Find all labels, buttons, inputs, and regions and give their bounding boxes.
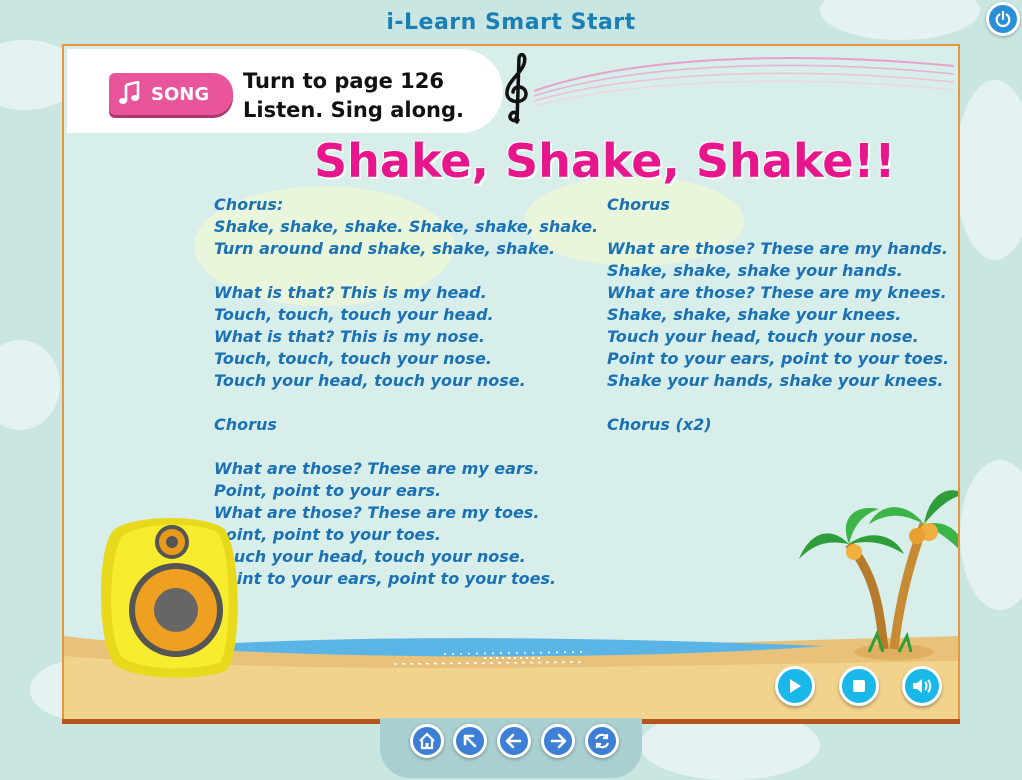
home-button[interactable]: [410, 724, 444, 758]
volume-icon: [913, 679, 932, 693]
lyric-line: What are those? These are my knees.: [607, 283, 947, 302]
lyric-line: Touch your head, touch your nose.: [214, 371, 526, 390]
lyric-line: Touch, touch, touch your nose.: [214, 349, 492, 368]
header-banner: SONG Turn to page 126 Listen. Sing along…: [67, 49, 503, 133]
background-cloud: [960, 460, 1022, 610]
lyrics-gap: [214, 436, 598, 458]
lyric-line: Point to your ears, point to your toes.: [214, 569, 557, 588]
lyrics-right-column: Chorus What are those? These are my hands…: [607, 194, 949, 436]
lyric-line: What are those? These are my ears.: [214, 459, 540, 478]
lyrics-gap: [607, 216, 949, 238]
song-page: SONG Turn to page 126 Listen. Sing along…: [62, 44, 960, 724]
lyrics-gap: [607, 392, 949, 414]
lyric-line: Chorus:: [214, 195, 284, 214]
arrow-right-icon: [550, 733, 567, 749]
music-note-icon: [109, 73, 151, 115]
lyric-line: Shake, shake, shake. Shake, shake, shake…: [214, 217, 599, 236]
lyric-line: Chorus (x2): [607, 415, 712, 434]
music-wave-decoration: [534, 57, 954, 107]
lyrics-gap: [214, 392, 598, 414]
treble-clef-icon: [505, 52, 528, 124]
background-cloud: [955, 80, 1022, 260]
home-icon: [419, 732, 435, 750]
lyric-line: Point, point to your toes.: [214, 525, 442, 544]
lyrics-gap: [214, 260, 598, 282]
lyric-line: What is that? This is my nose.: [214, 327, 485, 346]
app-title: i-Learn Smart Start: [386, 10, 636, 35]
arrow-left-icon: [505, 733, 522, 749]
lyric-line: Chorus: [214, 415, 277, 434]
lyric-line: Touch your head, touch your nose.: [607, 327, 919, 346]
refresh-icon: [594, 733, 610, 749]
instructions: Turn to page 126 Listen. Sing along.: [243, 67, 464, 125]
song-badge-label: SONG: [151, 83, 210, 105]
palm-tree-illustration: [799, 490, 958, 660]
lyric-line: What is that? This is my head.: [214, 283, 487, 302]
lyric-line: Point to your ears, point to your toes.: [607, 349, 950, 368]
refresh-button[interactable]: [585, 724, 619, 758]
power-button[interactable]: [986, 2, 1020, 36]
back-button[interactable]: [497, 724, 531, 758]
instruction-line: Listen. Sing along.: [243, 98, 464, 122]
lyric-line: What are those? These are my toes.: [214, 503, 540, 522]
lyric-line: Chorus: [607, 195, 670, 214]
lyric-line: Shake, shake, shake your knees.: [607, 305, 902, 324]
instruction-line: Turn to page 126: [243, 69, 444, 93]
forward-button[interactable]: [541, 724, 575, 758]
background-cloud: [0, 340, 60, 430]
lyric-line: Touch your head, touch your nose.: [214, 547, 526, 566]
stop-button[interactable]: [839, 666, 879, 706]
play-icon: [790, 679, 801, 693]
lyric-line: Shake your hands, shake your knees.: [607, 371, 944, 390]
lyric-line: Turn around and shake, shake, shake.: [214, 239, 556, 258]
lyric-line: What are those? These are my hands.: [607, 239, 948, 258]
power-icon: [995, 10, 1011, 28]
lyric-line: Touch, touch, touch your head.: [214, 305, 494, 324]
arrow-up-left-icon: [463, 734, 477, 748]
speaker-illustration: [100, 517, 238, 678]
up-button[interactable]: [453, 724, 487, 758]
song-title: Shake, Shake, Shake!!: [314, 134, 896, 188]
lyric-line: Point, point to your ears.: [214, 481, 442, 500]
play-button[interactable]: [775, 666, 815, 706]
stop-icon: [853, 680, 865, 692]
lyric-line: Shake, shake, shake your hands.: [607, 261, 903, 280]
song-badge: SONG: [109, 73, 233, 115]
volume-button[interactable]: [902, 666, 942, 706]
lyrics-left-column: Chorus: Shake, shake, shake. Shake, shake…: [214, 194, 598, 590]
